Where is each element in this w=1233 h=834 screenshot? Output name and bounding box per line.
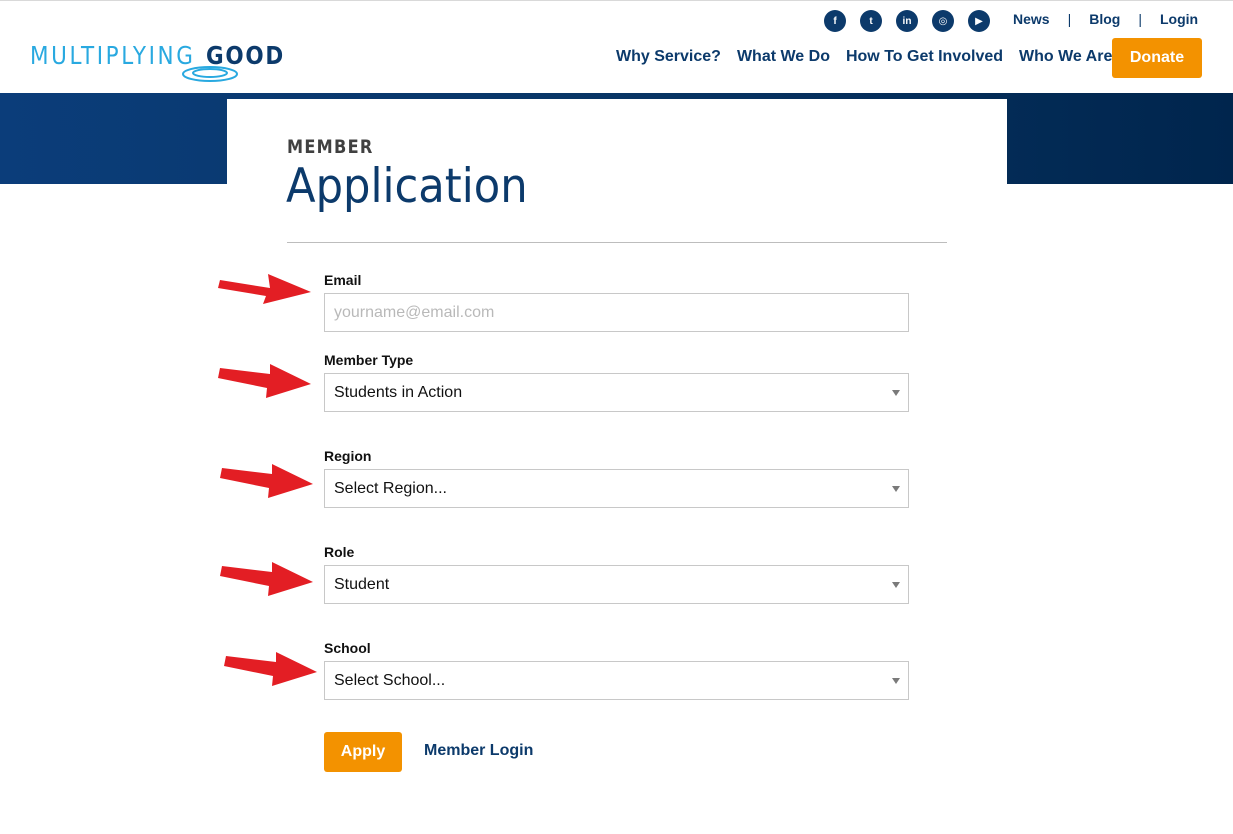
twitter-icon[interactable]: t (860, 10, 882, 32)
site-logo[interactable]: MULTIPLYING GOOD (30, 41, 283, 83)
title-divider (287, 242, 947, 243)
role-label: Role (324, 544, 355, 560)
member-type-select[interactable]: Students in Action (324, 373, 909, 412)
annotation-arrow-icon (218, 274, 311, 304)
nav-separator: | (1067, 11, 1072, 27)
member-type-value: Students in Action (334, 383, 463, 401)
chevron-down-icon (892, 390, 900, 396)
page-kicker: MEMBER (287, 136, 374, 158)
annotation-arrow-icon (224, 652, 317, 686)
youtube-icon[interactable]: ▶ (968, 10, 990, 32)
logo-text-multiplying: MULTIPLYING (30, 41, 196, 70)
nav-separator: | (1138, 11, 1142, 27)
nav-who-we-are[interactable]: Who We Are (1019, 48, 1112, 66)
login-link[interactable]: Login (1160, 11, 1198, 27)
member-login-link[interactable]: Member Login (424, 742, 533, 760)
nav-why-service[interactable]: Why Service? (616, 48, 721, 66)
chevron-down-icon (892, 582, 900, 588)
social-links: f t in ◎ ▶ (824, 10, 990, 32)
facebook-icon[interactable]: f (824, 10, 846, 32)
application-card: MEMBER Application Email Member Type Stu… (227, 99, 1007, 834)
nav-how-to-get-involved[interactable]: How To Get Involved (846, 48, 1003, 66)
linkedin-icon[interactable]: in (896, 10, 918, 32)
annotation-arrow-icon (220, 562, 313, 596)
region-select[interactable]: Select Region... (324, 469, 909, 508)
apply-button[interactable]: Apply (324, 732, 402, 772)
annotation-arrow-icon (220, 464, 313, 498)
site-header: MULTIPLYING GOOD f t in ◎ ▶ News | Blog … (0, 0, 1233, 93)
role-select[interactable]: Student (324, 565, 909, 604)
news-link[interactable]: News (1013, 11, 1050, 27)
blog-link[interactable]: Blog (1089, 11, 1120, 27)
school-value: Select School... (334, 671, 446, 689)
role-value: Student (334, 575, 390, 593)
instagram-icon[interactable]: ◎ (932, 10, 954, 32)
region-label: Region (324, 448, 372, 464)
page-title: Application (286, 159, 528, 214)
school-select[interactable]: Select School... (324, 661, 909, 700)
school-label: School (324, 640, 371, 656)
chevron-down-icon (892, 486, 900, 492)
email-field[interactable] (324, 293, 909, 332)
annotation-arrow-icon (218, 364, 311, 398)
member-type-label: Member Type (324, 352, 414, 368)
utility-nav: News | Blog | Login (1013, 11, 1198, 27)
main-nav: Why Service? What We Do How To Get Invol… (616, 48, 1112, 66)
chevron-down-icon (892, 678, 900, 684)
email-label: Email (324, 272, 362, 288)
ripple-icon (182, 66, 238, 82)
donate-button[interactable]: Donate (1112, 38, 1202, 78)
nav-what-we-do[interactable]: What We Do (737, 48, 830, 66)
region-value: Select Region... (334, 479, 447, 497)
